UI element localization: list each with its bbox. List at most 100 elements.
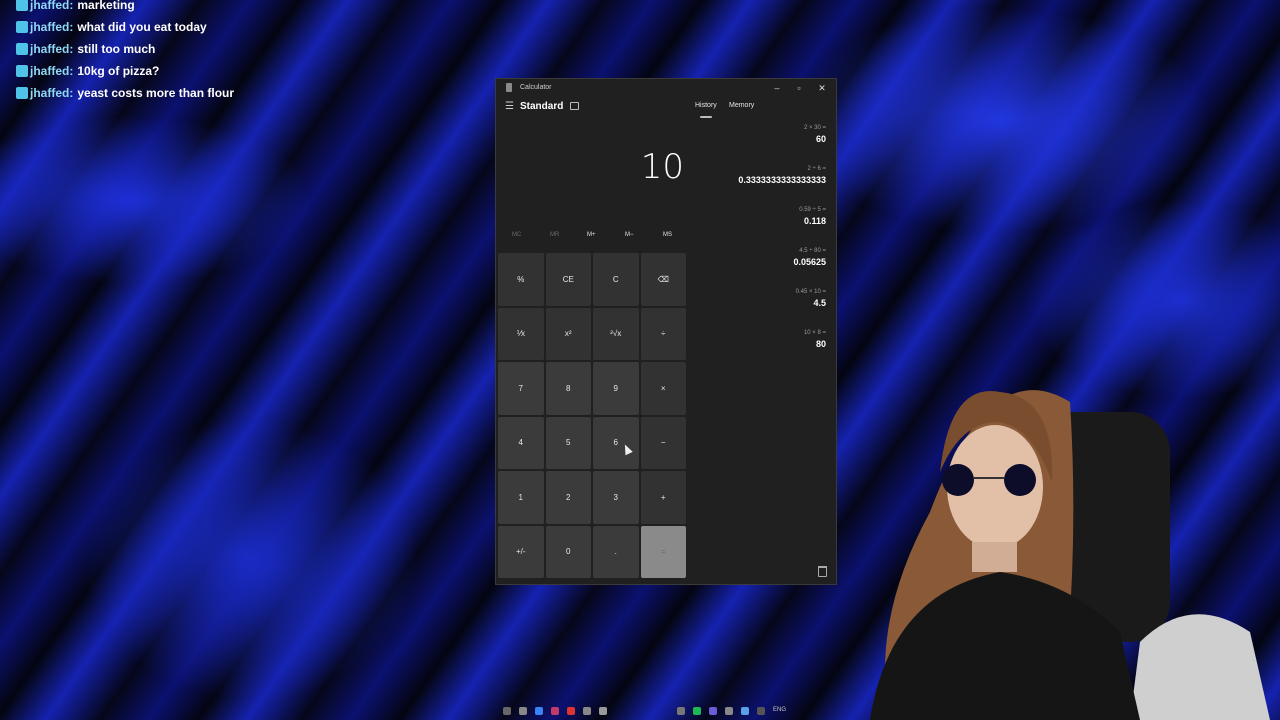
keypad: % CE C ⌫ ⅟x x² ²√x ÷ 7 8 9 × 4 5 6 − 1 2… bbox=[498, 253, 687, 578]
chat-username: jhaffed: bbox=[30, 42, 74, 56]
webcam-overlay bbox=[830, 362, 1280, 720]
digit-8-button[interactable]: 8 bbox=[545, 362, 591, 415]
history-expression: 10 × 8 = bbox=[803, 330, 826, 336]
history-result: 0.3333333333333333 bbox=[738, 175, 826, 185]
history-result: 0.118 bbox=[803, 216, 826, 226]
history-expression: 0.45 × 10 = bbox=[795, 289, 826, 295]
history-result: 0.05625 bbox=[793, 257, 826, 267]
divide-button[interactable]: ÷ bbox=[640, 307, 686, 360]
app-icon[interactable] bbox=[519, 707, 527, 715]
history-item[interactable]: 10 × 8 = 80 bbox=[716, 330, 826, 371]
user-badge-icon bbox=[16, 65, 28, 77]
tab-underline bbox=[700, 116, 712, 118]
spotify-icon[interactable] bbox=[693, 707, 701, 715]
app-icon[interactable] bbox=[709, 707, 717, 715]
user-badge-icon bbox=[16, 21, 28, 33]
chat-username: jhaffed: bbox=[30, 0, 74, 12]
menu-icon[interactable]: ☰ bbox=[505, 101, 514, 112]
tab-history[interactable]: History bbox=[695, 102, 717, 109]
chat-text: still too much bbox=[77, 42, 156, 56]
user-badge-icon bbox=[16, 87, 28, 99]
app-icon[interactable] bbox=[677, 707, 685, 715]
reciprocal-button[interactable]: ⅟x bbox=[498, 307, 544, 360]
percent-button[interactable]: % bbox=[498, 253, 544, 306]
digit-5-button[interactable]: 5 bbox=[545, 416, 591, 469]
chat-message: jhaffed: marketing bbox=[16, 0, 234, 16]
chat-username: jhaffed: bbox=[30, 20, 74, 34]
digit-3-button[interactable]: 3 bbox=[593, 471, 639, 524]
history-result: 60 bbox=[815, 134, 826, 144]
trash-icon[interactable] bbox=[818, 566, 827, 577]
history-expression: 2 ÷ 6 = bbox=[807, 166, 826, 172]
app-icon[interactable] bbox=[551, 707, 559, 715]
digit-9-button[interactable]: 9 bbox=[593, 362, 639, 415]
language-indicator[interactable]: ENG bbox=[773, 707, 786, 713]
digit-7-button[interactable]: 7 bbox=[498, 362, 544, 415]
chat-message: jhaffed: still too much bbox=[16, 38, 234, 60]
backspace-button[interactable]: ⌫ bbox=[640, 253, 686, 306]
app-icon[interactable] bbox=[599, 707, 607, 715]
window-title: Calculator bbox=[520, 84, 552, 91]
taskbar-tray-right bbox=[677, 704, 765, 718]
taskbar-tray-left bbox=[503, 704, 607, 718]
app-icon[interactable] bbox=[503, 707, 511, 715]
chat-username: jhaffed: bbox=[30, 64, 74, 78]
digit-4-button[interactable]: 4 bbox=[498, 416, 544, 469]
user-badge-icon bbox=[16, 43, 28, 55]
title-bar[interactable]: Calculator – ▫ ✕ bbox=[496, 79, 836, 97]
maximize-button[interactable]: ▫ bbox=[788, 80, 810, 96]
chat-overlay: jhaffed: marketing jhaffed: what did you e… bbox=[16, 0, 234, 104]
memory-store-button[interactable]: MS bbox=[663, 232, 672, 238]
calculator-app-icon bbox=[506, 83, 512, 92]
memory-clear-button[interactable]: MC bbox=[512, 232, 521, 238]
history-result: 4.5 bbox=[813, 298, 826, 308]
app-icon[interactable] bbox=[567, 707, 575, 715]
digit-2-button[interactable]: 2 bbox=[545, 471, 591, 524]
mode-title: Standard bbox=[520, 101, 564, 112]
history-item[interactable]: 0.45 × 10 = 4.5 bbox=[716, 289, 826, 330]
history-item[interactable]: 2 × 30 = 60 bbox=[716, 125, 826, 166]
history-item[interactable]: 0.59 ÷ 5 = 0.118 bbox=[716, 207, 826, 248]
chat-text: 10kg of pizza? bbox=[77, 64, 160, 78]
chat-message: jhaffed: yeast costs more than flour bbox=[16, 82, 234, 104]
add-button[interactable]: + bbox=[640, 471, 686, 524]
history-expression: 0.59 ÷ 5 = bbox=[799, 207, 826, 213]
multiply-button[interactable]: × bbox=[640, 362, 686, 415]
minimize-button[interactable]: – bbox=[766, 80, 788, 96]
memory-add-button[interactable]: M+ bbox=[587, 232, 596, 238]
chat-message: jhaffed: 10kg of pizza? bbox=[16, 60, 234, 82]
decimal-button[interactable]: . bbox=[593, 525, 639, 578]
square-button[interactable]: x² bbox=[545, 307, 591, 360]
history-expression: 2 × 30 = bbox=[803, 125, 826, 131]
negate-button[interactable]: +/- bbox=[498, 525, 544, 578]
keep-on-top-icon[interactable] bbox=[570, 102, 579, 110]
close-button[interactable]: ✕ bbox=[811, 80, 833, 96]
calculator-window: Calculator – ▫ ✕ ☰ Standard History Memo… bbox=[495, 78, 837, 585]
history-item[interactable]: 4.5 ÷ 80 = 0.05625 bbox=[716, 248, 826, 289]
result-display: 10 bbox=[640, 147, 684, 187]
digit-6-button[interactable]: 6 bbox=[593, 416, 639, 469]
memory-subtract-button[interactable]: M− bbox=[625, 232, 634, 238]
clear-button[interactable]: C bbox=[593, 253, 639, 306]
chat-text: yeast costs more than flour bbox=[77, 86, 235, 100]
clear-entry-button[interactable]: CE bbox=[545, 253, 591, 306]
history-item[interactable]: 2 ÷ 6 = 0.3333333333333333 bbox=[716, 166, 826, 207]
app-icon[interactable] bbox=[535, 707, 543, 715]
history-result: 80 bbox=[815, 339, 826, 349]
calculator-header: ☰ Standard History Memory bbox=[496, 99, 836, 118]
tab-memory[interactable]: Memory bbox=[729, 102, 754, 109]
memory-recall-button[interactable]: MR bbox=[550, 232, 559, 238]
chat-username: jhaffed: bbox=[30, 86, 74, 100]
history-expression: 4.5 ÷ 80 = bbox=[799, 248, 826, 254]
digit-0-button[interactable]: 0 bbox=[545, 525, 591, 578]
app-icon[interactable] bbox=[725, 707, 733, 715]
app-icon[interactable] bbox=[757, 707, 765, 715]
app-icon[interactable] bbox=[741, 707, 749, 715]
user-badge-icon bbox=[16, 0, 28, 11]
equals-button[interactable]: = bbox=[640, 525, 686, 578]
app-icon[interactable] bbox=[583, 707, 591, 715]
digit-1-button[interactable]: 1 bbox=[498, 471, 544, 524]
history-panel: 2 × 30 = 60 2 ÷ 6 = 0.3333333333333333 0.5… bbox=[716, 125, 826, 371]
square-root-button[interactable]: ²√x bbox=[593, 307, 639, 360]
subtract-button[interactable]: − bbox=[640, 416, 686, 469]
